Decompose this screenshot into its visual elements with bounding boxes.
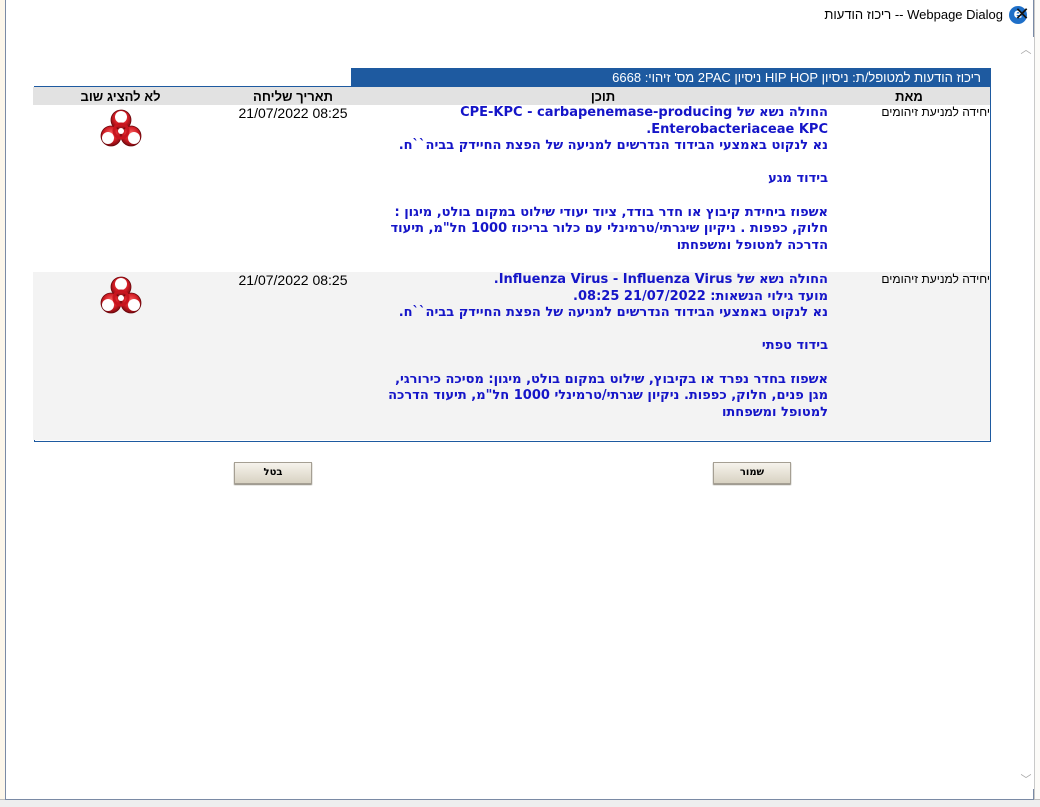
content-line: בידוד מגע (768, 171, 828, 187)
scroll-down-arrow-icon[interactable]: ﹀ (1018, 771, 1034, 789)
content-line: מועד גילוי הנשאות: 21/07/2022 08:25. (573, 288, 828, 304)
content-line: החולה נשא של CPE-KPC - carbapenemase-pro… (455, 105, 828, 137)
dialog-titlebar: e Webpage Dialog -- ריכוז הודעות ✕ (6, 0, 1033, 31)
content-line (378, 155, 828, 172)
content-line: נא לנקוט באמצעי הבידוד הנדרשים למניעה של… (398, 305, 828, 321)
vertical-scrollbar[interactable]: ︿ ﹀ (1018, 37, 1034, 789)
cancel-button[interactable]: בטל (234, 462, 312, 484)
message-date: 21/07/2022 08:25 (238, 272, 348, 288)
content-line: אשפוז ביחידת קיבוץ או חדר בודד, ציוד יעו… (385, 204, 828, 253)
panel-header: ריכוז הודעות למטופל/ת: ניסיון HIP HOP ני… (351, 68, 991, 86)
biohazard-icon[interactable] (97, 276, 145, 324)
content-line: החולה נשא של Influenza Virus - Influenza… (493, 272, 828, 287)
content-line (378, 355, 828, 372)
dialog-title: Webpage Dialog -- ריכוז הודעות (824, 7, 1003, 22)
message-content: החולה נשא של Influenza Virus - Influenza… (378, 272, 828, 440)
column-header-hide: לא להציג שוב (33, 87, 208, 105)
dont-show-again-cell (33, 105, 208, 272)
messages-table: מאת תוכן תאריך שליחה לא להציג שוב יחידה … (33, 87, 990, 440)
content-line (378, 322, 828, 339)
table-row: יחידה למניעת זיהומים החולה נשא של Influe… (33, 272, 990, 440)
table-header-row: מאת תוכן תאריך שליחה לא להציג שוב (33, 87, 990, 105)
message-from: יחידה למניעת זיהומים (881, 105, 990, 119)
content-line: נא לנקוט באמצעי הבידוד הנדרשים למניעה של… (398, 138, 828, 154)
column-header-content: תוכן (378, 87, 828, 105)
dont-show-again-cell (33, 272, 208, 440)
save-button[interactable]: שמור (713, 462, 791, 484)
background-app-bottom (0, 799, 1040, 807)
column-header-date: תאריך שליחה (208, 87, 378, 105)
content-line: בידוד טפתי (761, 338, 828, 354)
table-row: יחידה למניעת זיהומים החולה נשא של CPE-KP… (33, 105, 990, 272)
scroll-up-arrow-icon[interactable]: ︿ (1018, 41, 1034, 59)
column-header-from: מאת (828, 87, 990, 105)
background-app-right (1034, 0, 1040, 807)
messages-table-container: מאת תוכן תאריך שליחה לא להציג שוב יחידה … (33, 86, 991, 442)
content-line: אשפוז בחדר נפרד או בקיבוץ, שילוט במקום ב… (383, 371, 828, 420)
message-from: יחידה למניעת זיהומים (881, 272, 990, 286)
webpage-dialog: e Webpage Dialog -- ריכוז הודעות ✕ ︿ ﹀ ר… (5, 0, 1034, 800)
messages-panel: ריכוז הודעות למטופל/ת: ניסיון HIP HOP ני… (33, 68, 991, 442)
content-line (378, 188, 828, 205)
message-content: החולה נשא של CPE-KPC - carbapenemase-pro… (378, 105, 828, 272)
message-date: 21/07/2022 08:25 (238, 105, 348, 121)
biohazard-icon[interactable] (97, 109, 145, 157)
close-button[interactable]: ✕ (1010, 3, 1034, 27)
